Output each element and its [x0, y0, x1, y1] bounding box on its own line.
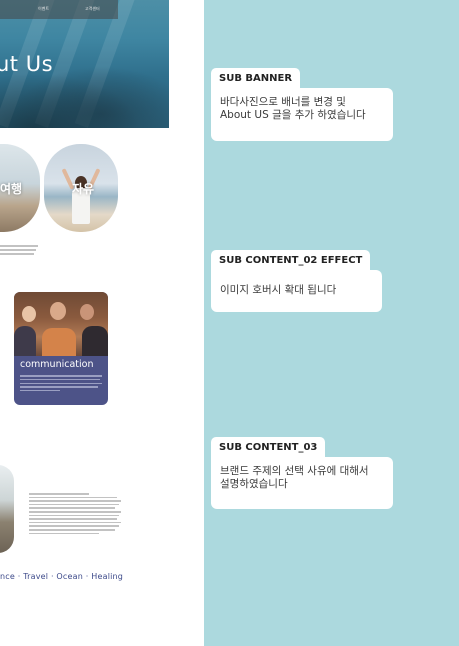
top-nav: 이벤트 고객센터: [0, 0, 118, 19]
annotation-line: 바다사진으로 배너를 변경 및: [220, 96, 346, 108]
annotation-tag-content-03: SUB CONTENT_03: [211, 437, 326, 457]
friends-photo: [14, 292, 108, 356]
annotation-box-sub-banner: 바다사진으로 배너를 변경 및 About US 글을 추가 하였습니다: [211, 88, 393, 141]
annotation-line: 이미지 호버시 확대 됩니다: [220, 284, 337, 296]
beach-image: [0, 465, 14, 553]
card-description: [20, 373, 102, 394]
annotation-line: 브랜드 주제의 선택 사유에 대해서: [220, 465, 369, 477]
annotation-tag-sub-banner: SUB BANNER: [211, 68, 301, 88]
page-preview: 이벤트 고객센터 ut Us 여행 자유 communication nce ·…: [0, 0, 204, 646]
annotation-panel: SUB BANNER 바다사진으로 배너를 변경 및 About US 글을 추…: [204, 0, 459, 646]
communication-card[interactable]: communication: [14, 292, 108, 405]
annotation-box-content-02: 이미지 호버시 확대 됩니다: [211, 270, 382, 312]
circle-caption: [0, 243, 38, 257]
nav-item[interactable]: 고객센터: [85, 6, 100, 12]
annotation-line: 설명하였습니다: [220, 478, 288, 490]
circle-label: 여행: [0, 182, 23, 196]
card-title: communication: [20, 359, 94, 370]
nav-item[interactable]: 이벤트: [38, 6, 49, 12]
brand-tagline: nce · Travel · Ocean · Healing: [0, 572, 124, 581]
circle-label: 자유: [72, 182, 95, 196]
travel-circle-image[interactable]: 여행: [0, 144, 40, 232]
sub-banner: 이벤트 고객센터 ut Us: [0, 0, 169, 128]
freedom-circle-image[interactable]: 자유: [44, 144, 118, 232]
brand-description: [29, 491, 121, 536]
banner-title: ut Us: [0, 52, 54, 76]
annotation-tag-content-02: SUB CONTENT_02 EFFECT: [211, 250, 371, 270]
annotation-line: About US 글을 추가 하였습니다: [220, 109, 366, 121]
annotation-box-content-03: 브랜드 주제의 선택 사유에 대해서 설명하였습니다: [211, 457, 393, 509]
